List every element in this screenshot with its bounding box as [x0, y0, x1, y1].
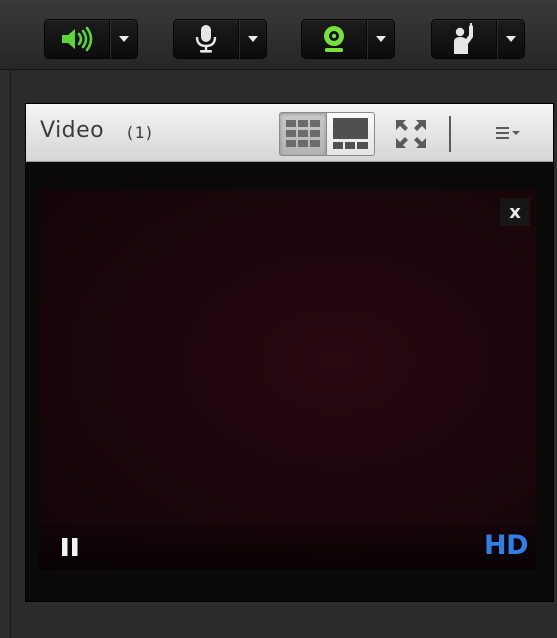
- chevron-down-icon: [248, 36, 258, 42]
- video-stream[interactable]: x HD: [39, 190, 536, 570]
- microphone-dropdown-button[interactable]: [239, 19, 267, 59]
- panel-options-menu-button[interactable]: [488, 118, 528, 148]
- microphone-icon: [195, 25, 217, 53]
- webcam-icon: [324, 26, 344, 52]
- header-divider: [449, 116, 451, 152]
- grid-view-button[interactable]: [279, 112, 327, 156]
- pause-icon: [62, 538, 78, 556]
- raise-hand-dropdown-button[interactable]: [497, 19, 525, 59]
- raise-hand-icon: [454, 23, 473, 54]
- audio-video-toolbar: [0, 0, 557, 70]
- menu-icon: [496, 127, 520, 139]
- video-panel-header: Video (1): [26, 104, 553, 162]
- microphone-control-group: [173, 19, 267, 59]
- speaker-dropdown-button[interactable]: [110, 19, 138, 59]
- fullscreen-icon: [396, 120, 426, 148]
- video-app-window: Video (1) x HD: [0, 0, 557, 638]
- raise-hand-control-group: [431, 19, 525, 59]
- chevron-down-icon: [119, 36, 129, 42]
- chevron-down-icon: [376, 36, 386, 42]
- microphone-button[interactable]: [173, 19, 239, 59]
- video-panel: Video (1) x HD: [25, 103, 554, 602]
- camera-button[interactable]: [301, 19, 367, 59]
- camera-control-group: [301, 19, 395, 59]
- video-controls-bar: HD: [39, 524, 536, 570]
- focus-view-icon: [333, 118, 368, 149]
- camera-dropdown-button[interactable]: [367, 19, 395, 59]
- participant-count: (1): [125, 123, 154, 142]
- chevron-down-icon: [506, 36, 516, 42]
- focus-view-button[interactable]: [327, 112, 375, 156]
- panel-title: Video: [40, 118, 105, 143]
- speaker-button[interactable]: [44, 19, 110, 59]
- raise-hand-button[interactable]: [431, 19, 497, 59]
- grid-view-icon: [286, 120, 320, 147]
- fullscreen-button[interactable]: [391, 116, 431, 152]
- speaker-icon: [62, 26, 93, 52]
- close-video-button[interactable]: x: [500, 198, 530, 226]
- side-divider: [0, 70, 11, 638]
- speaker-control-group: [44, 19, 138, 59]
- pause-button[interactable]: [59, 536, 81, 558]
- hd-toggle[interactable]: HD: [484, 530, 529, 561]
